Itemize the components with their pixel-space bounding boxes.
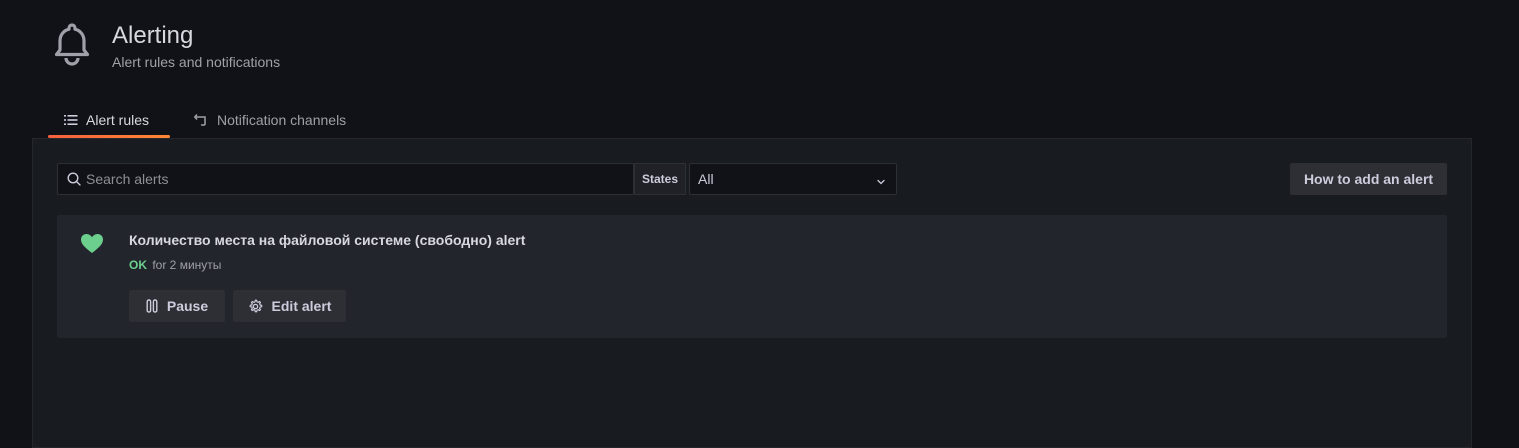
alert-state-duration: for 2 минуты: [152, 258, 222, 272]
page-subtitle: Alert rules and notifications: [112, 54, 281, 70]
heart-icon: [80, 233, 104, 260]
pause-button[interactable]: Pause: [129, 290, 225, 322]
gear-icon: [249, 299, 262, 312]
how-to-add-alert-button[interactable]: How to add an alert: [1290, 163, 1447, 195]
alert-rule-status: OK for 2 минуты: [129, 258, 221, 272]
channels-icon: [194, 113, 209, 127]
chevron-down-icon: [876, 174, 886, 190]
tab-alert-rules[interactable]: Alert rules: [48, 102, 170, 138]
states-label: States: [634, 163, 686, 195]
page-header: Alerting Alert rules and notifications A…: [0, 0, 1519, 138]
alert-rules-panel: States All How to add an alert Количеств…: [32, 138, 1472, 448]
alert-rule-item: Количество места на файловой системе (св…: [57, 215, 1447, 338]
pause-button-label: Pause: [166, 298, 209, 314]
tab-notification-channels[interactable]: Notification channels: [178, 102, 362, 138]
tab-label: Alert rules: [86, 112, 150, 128]
alert-rule-name[interactable]: Количество места на файловой системе (св…: [129, 232, 525, 248]
search-box: [57, 163, 634, 195]
alert-state-badge: OK: [129, 258, 147, 272]
edit-alert-button-label: Edit alert: [271, 298, 332, 314]
search-icon: [67, 172, 81, 191]
tab-bar: Alert rules Notification channels: [48, 102, 362, 138]
search-input[interactable]: [86, 164, 626, 194]
page-title: Alerting: [112, 22, 194, 49]
tab-label: Notification channels: [217, 112, 347, 128]
edit-alert-button[interactable]: Edit alert: [233, 290, 346, 322]
states-select-value: All: [698, 171, 714, 187]
pause-icon: [146, 299, 158, 313]
bell-icon: [52, 22, 92, 66]
list-icon: [64, 114, 78, 126]
states-select[interactable]: All: [689, 163, 897, 195]
